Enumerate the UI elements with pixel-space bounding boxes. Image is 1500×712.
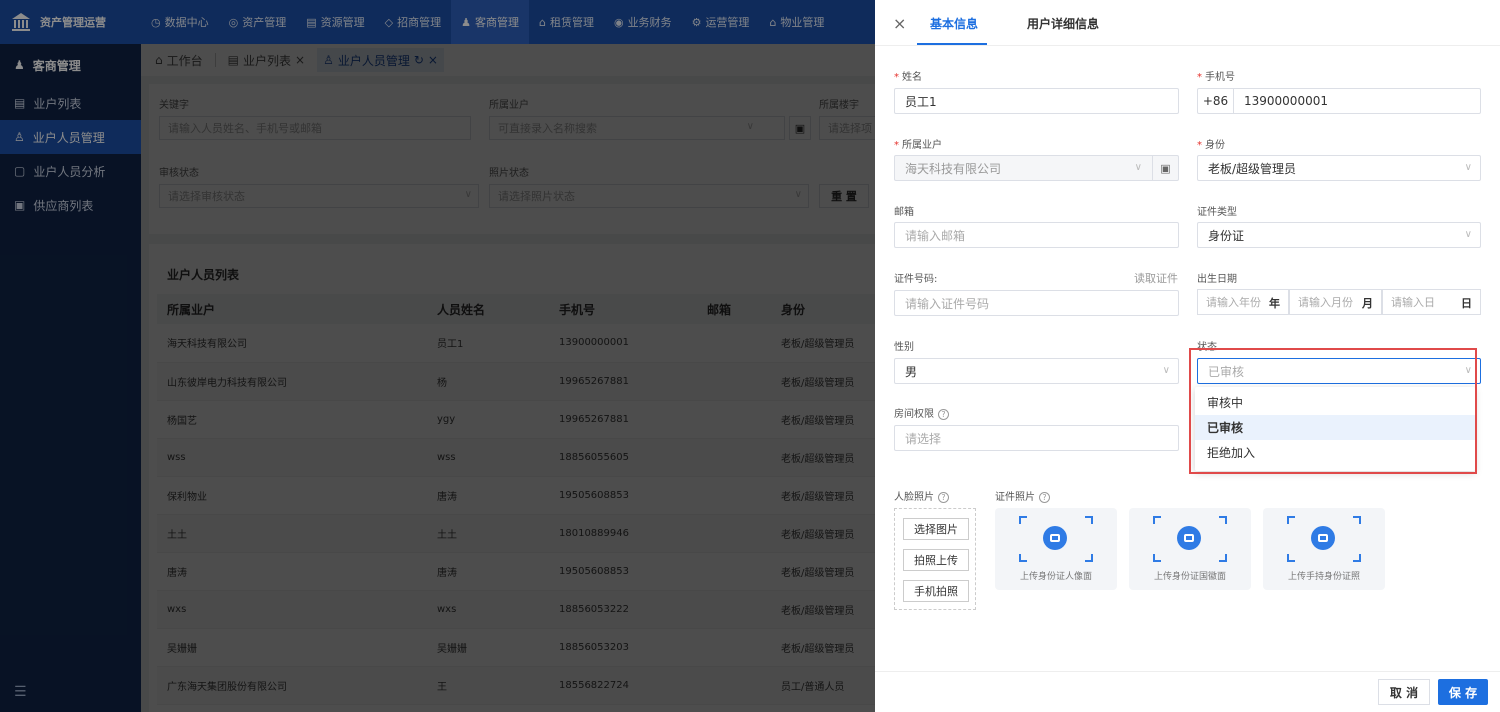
birth-month-placeholder: 请输入月份 — [1298, 296, 1353, 309]
upload-caption: 上传身份证人像面 — [1019, 572, 1092, 582]
cancel-button[interactable]: 取 消 — [1378, 679, 1430, 705]
cert-type-select[interactable]: 身份证 ∨ — [1197, 222, 1481, 248]
upload-caption: 上传手持身份证照 — [1287, 572, 1360, 582]
gender-value: 男 — [905, 364, 918, 379]
birth-day-placeholder: 请输入日 — [1391, 296, 1435, 309]
owner-label-text: 所属业户 — [902, 140, 942, 151]
face-upload-area: 选择图片 拍照上传 手机拍照 — [894, 508, 976, 610]
drawer-footer: 取 消 保 存 — [875, 671, 1500, 712]
select-image-button[interactable]: 选择图片 — [903, 518, 969, 540]
gender-label: 性别 — [894, 342, 914, 353]
owner-label: * 所属业户 — [894, 136, 942, 151]
gender-select[interactable]: 男 ∨ — [894, 358, 1179, 384]
drawer-header: × 基本信息 用户详细信息 — [875, 0, 1500, 46]
face-photo-label: 人脸照片? — [894, 488, 949, 503]
name-input[interactable]: 员工1 — [894, 88, 1179, 114]
owner-value: 海天科技有限公司 — [905, 161, 1002, 176]
required-mark: * — [1197, 140, 1202, 151]
email-input[interactable]: 请输入邮箱 — [894, 222, 1179, 248]
birth-year-input[interactable]: 请输入年份年 — [1197, 289, 1289, 315]
corner-mark — [1219, 516, 1227, 524]
name-label: * 姓名 — [894, 68, 922, 83]
chevron-down-icon: ∨ — [1134, 162, 1142, 173]
phone-label: * 手机号 — [1197, 68, 1235, 83]
camera-icon — [1311, 526, 1335, 550]
month-unit: 月 — [1362, 297, 1373, 310]
active-tab-indicator — [917, 43, 987, 45]
corner-mark — [1153, 554, 1161, 562]
modal-mask-full[interactable] — [0, 0, 875, 712]
required-mark: * — [1197, 72, 1202, 83]
take-photo-button[interactable]: 拍照上传 — [903, 549, 969, 571]
room-label-text: 房间权限 — [894, 409, 934, 420]
birth-day-input[interactable]: 请输入日 日 — [1382, 289, 1481, 315]
identity-select[interactable]: 老板/超级管理员 ∨ — [1197, 155, 1481, 181]
identity-value: 老板/超级管理员 — [1208, 161, 1297, 176]
mobile-photo-button[interactable]: 手机拍照 — [903, 580, 969, 602]
owner-select: 海天科技有限公司 ∨ ▣ — [894, 155, 1179, 181]
birth-label: 出生日期 — [1197, 274, 1237, 285]
birth-year-placeholder: 请输入年份 — [1206, 296, 1261, 309]
upload-caption: 上传身份证国徽面 — [1153, 572, 1226, 582]
cert-photo-label-text: 证件照片 — [995, 492, 1035, 503]
corner-mark — [1287, 516, 1295, 524]
corner-mark — [1019, 554, 1027, 562]
corner-mark — [1153, 516, 1161, 524]
read-cert-link[interactable]: 读取证件 — [1134, 270, 1178, 286]
help-icon[interactable]: ? — [938, 492, 949, 503]
phone-prefix: +86 — [1198, 89, 1234, 113]
tab-basic-info[interactable]: 基本信息 — [930, 15, 978, 32]
room-permission-label: 房间权限? — [894, 405, 949, 420]
corner-mark — [1219, 554, 1227, 562]
corner-mark — [1353, 516, 1361, 524]
cert-no-label: 证件号码: — [894, 274, 938, 285]
phone-value: 13900000001 — [1244, 94, 1328, 108]
highlight-annotation — [1189, 348, 1477, 474]
save-button[interactable]: 保 存 — [1438, 679, 1488, 705]
corner-mark — [1085, 554, 1093, 562]
upload-id-back[interactable]: 上传身份证国徽面 — [1129, 508, 1251, 590]
face-label-text: 人脸照片 — [894, 492, 934, 503]
room-permission-select[interactable]: 请选择 — [894, 425, 1179, 451]
chevron-down-icon: ∨ — [1464, 229, 1472, 240]
identity-label: * 身份 — [1197, 136, 1225, 151]
close-icon[interactable]: × — [893, 14, 906, 33]
upload-id-handheld[interactable]: 上传手持身份证照 — [1263, 508, 1385, 590]
required-mark: * — [894, 72, 899, 83]
cert-type-label: 证件类型 — [1197, 207, 1237, 218]
day-unit: 日 — [1461, 297, 1472, 310]
corner-mark — [1085, 516, 1093, 524]
phone-label-text: 手机号 — [1205, 72, 1235, 83]
cert-no-input[interactable]: 请输入证件号码 — [894, 290, 1179, 316]
corner-mark — [1353, 554, 1361, 562]
phone-input[interactable]: +86 13900000001 — [1197, 88, 1481, 114]
cert-type-value: 身份证 — [1208, 228, 1245, 243]
help-icon[interactable]: ? — [1039, 492, 1050, 503]
camera-icon — [1177, 526, 1201, 550]
birth-month-input[interactable]: 请输入月份月 — [1289, 289, 1382, 315]
upload-id-front[interactable]: 上传身份证人像面 — [995, 508, 1117, 590]
corner-mark — [1019, 516, 1027, 524]
cert-photo-label: 证件照片? — [995, 488, 1050, 503]
camera-icon — [1043, 526, 1067, 550]
chevron-down-icon: ∨ — [1162, 365, 1170, 376]
required-mark: * — [894, 140, 899, 151]
identity-label-text: 身份 — [1205, 140, 1225, 151]
email-label: 邮箱 — [894, 207, 914, 218]
chevron-down-icon: ∨ — [1464, 162, 1472, 173]
copy-icon[interactable]: ▣ — [1152, 156, 1178, 180]
help-icon[interactable]: ? — [938, 409, 949, 420]
corner-mark — [1287, 554, 1295, 562]
name-label-text: 姓名 — [902, 72, 922, 83]
year-unit: 年 — [1269, 297, 1280, 310]
tab-user-detail[interactable]: 用户详细信息 — [1027, 15, 1099, 32]
